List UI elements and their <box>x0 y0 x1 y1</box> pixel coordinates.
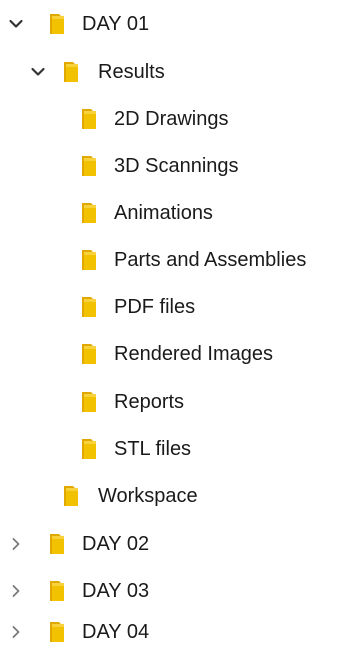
folder-icon <box>48 533 68 555</box>
chevron-right-icon[interactable] <box>8 624 24 640</box>
folder-icon <box>80 391 100 413</box>
folder-tree: DAY 01 Results 2D Drawings 3D Scannings … <box>0 0 337 653</box>
tree-item-label: STL files <box>114 438 192 460</box>
tree-item-label: Animations <box>114 202 213 224</box>
tree-item-parts-and-assemblies[interactable]: Parts and Assemblies <box>0 240 337 280</box>
folder-icon <box>80 249 100 271</box>
folder-icon <box>80 343 100 365</box>
tree-item-3d-scannings[interactable]: 3D Scannings <box>0 146 337 186</box>
tree-item-label: DAY 02 <box>82 533 150 555</box>
tree-item-day-03[interactable]: DAY 03 <box>0 571 337 611</box>
tree-item-label: Workspace <box>98 485 198 507</box>
tree-item-2d-drawings[interactable]: 2D Drawings <box>0 99 337 139</box>
tree-item-day-02[interactable]: DAY 02 <box>0 524 337 564</box>
folder-icon <box>48 580 68 602</box>
folder-icon <box>48 13 68 35</box>
chevron-down-icon[interactable] <box>30 64 46 80</box>
tree-item-label: Parts and Assemblies <box>114 249 307 271</box>
tree-item-day-04[interactable]: DAY 04 <box>0 612 337 652</box>
tree-item-label: DAY 03 <box>82 580 150 602</box>
tree-item-label: Reports <box>114 391 185 413</box>
tree-item-label: Rendered Images <box>114 343 273 365</box>
tree-item-label: 3D Scannings <box>114 155 239 177</box>
tree-item-label: PDF files <box>114 296 196 318</box>
folder-icon <box>80 438 100 460</box>
tree-item-label: DAY 01 <box>82 13 150 35</box>
folder-icon <box>80 296 100 318</box>
folder-icon <box>80 202 100 224</box>
chevron-right-icon[interactable] <box>8 583 24 599</box>
tree-item-label: DAY 04 <box>82 621 150 643</box>
tree-item-label: Results <box>98 61 165 83</box>
tree-item-pdf-files[interactable]: PDF files <box>0 287 337 327</box>
folder-icon <box>48 621 68 643</box>
tree-item-workspace[interactable]: Workspace <box>0 476 337 516</box>
folder-icon <box>62 61 82 83</box>
folder-icon <box>80 108 100 130</box>
tree-item-reports[interactable]: Reports <box>0 382 337 422</box>
tree-item-results[interactable]: Results <box>0 52 337 92</box>
tree-item-animations[interactable]: Animations <box>0 193 337 233</box>
folder-icon <box>80 155 100 177</box>
chevron-down-icon[interactable] <box>8 16 24 32</box>
chevron-right-icon[interactable] <box>8 536 24 552</box>
tree-item-rendered-images[interactable]: Rendered Images <box>0 334 337 374</box>
folder-icon <box>62 485 82 507</box>
tree-item-day-01[interactable]: DAY 01 <box>0 4 337 44</box>
tree-item-label: 2D Drawings <box>114 108 229 130</box>
tree-item-stl-files[interactable]: STL files <box>0 429 337 469</box>
